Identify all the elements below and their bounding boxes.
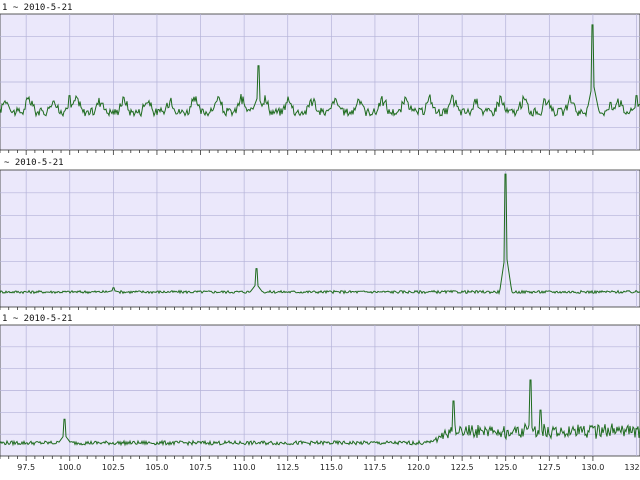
panel-2-header (0, 155, 640, 169)
x-tick-label: 105.0 (145, 463, 168, 472)
panel-3-header (0, 310, 640, 324)
panel-1: 1 ~ 2010-5-21 (0, 0, 640, 155)
x-tick-label: 127.5 (538, 463, 561, 472)
x-tick-label: 100.0 (58, 463, 81, 472)
x-tick-label: 115.0 (320, 463, 343, 472)
x-tick-label: 130.0 (581, 463, 604, 472)
x-tick-label: 107.5 (189, 463, 212, 472)
panel-1-label: 1 ~ 2010-5-21 (2, 3, 72, 13)
spectrum-chart: 1 ~ 2010-5-21 ~ 2010-5-21 1 ~ 2010-5-21 … (0, 0, 640, 480)
x-tick-label: 97.5 (17, 463, 35, 472)
x-axis-tick-labels: 97.5 100.0 102.5 105.0 107.5 110.0 112.5 115.0 1… (17, 463, 639, 472)
panel-3-label: 1 ~ 2010-5-21 (2, 314, 72, 324)
x-tick-label: 102.5 (102, 463, 125, 472)
panel-1-header (0, 0, 640, 13)
x-tick-label: 125.0 (494, 463, 517, 472)
x-tick-label: 117.5 (363, 463, 386, 472)
x-tick-label: 122.5 (451, 463, 474, 472)
panel-2-label: ~ 2010-5-21 (4, 158, 64, 168)
x-tick-label: 112.5 (276, 463, 299, 472)
x-tick-label: 120.0 (407, 463, 430, 472)
panel-3: 1 ~ 2010-5-21 97.5 100.0 102.5 105.0 107.5 11… (0, 310, 640, 472)
x-tick-label: 132 (624, 463, 639, 472)
panel-2: ~ 2010-5-21 (0, 155, 640, 312)
x-tick-label: 110.0 (233, 463, 256, 472)
